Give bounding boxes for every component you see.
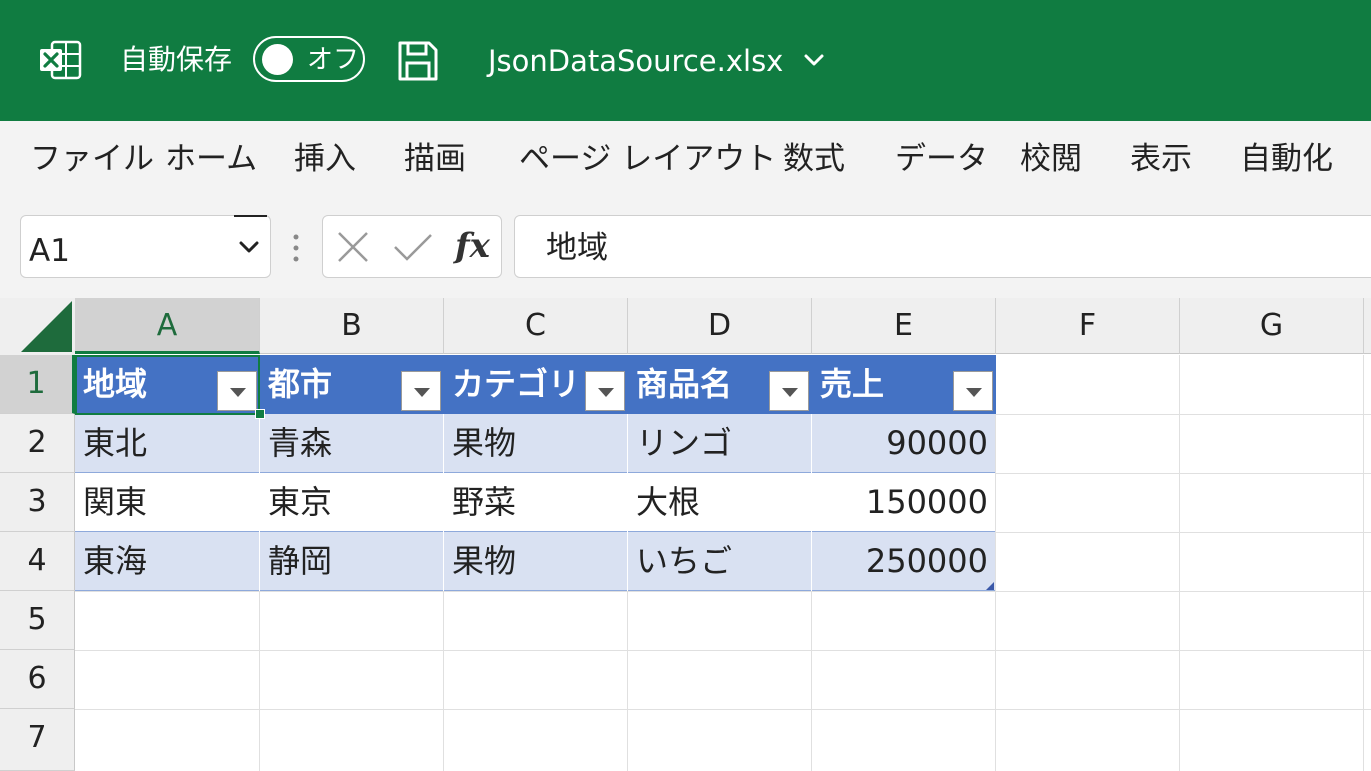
filter-dropdown-button[interactable]: [401, 371, 441, 411]
excel-icon[interactable]: [38, 40, 82, 80]
filter-dropdown-button[interactable]: [585, 371, 625, 411]
autosave-label: 自動保存: [120, 43, 233, 76]
tab-review[interactable]: 校閲: [1020, 139, 1082, 179]
formula-actions: fx: [322, 215, 502, 278]
table-cell[interactable]: 150000: [812, 473, 996, 531]
gridline: [75, 650, 1371, 651]
insert-function-button[interactable]: fx: [455, 224, 490, 268]
tab-insert[interactable]: 挿入: [294, 139, 356, 179]
dropdown-arrow-icon: [966, 388, 982, 397]
row-header[interactable]: 6: [0, 650, 75, 709]
toggle-knob: [262, 44, 293, 75]
name-box-edge: [234, 215, 267, 217]
active-cell-border: [75, 355, 260, 415]
column-header[interactable]: G: [1180, 298, 1364, 354]
dropdown-arrow-icon: [414, 388, 430, 397]
formula-value: 地域: [546, 230, 608, 266]
row-header[interactable]: 4: [0, 532, 75, 591]
column-header[interactable]: F: [996, 298, 1180, 354]
column-header[interactable]: D: [628, 298, 812, 354]
table-cell[interactable]: 大根: [628, 473, 812, 531]
gridline: [75, 709, 1371, 710]
column-header[interactable]: E: [812, 298, 996, 354]
table-cell[interactable]: 野菜: [444, 473, 628, 531]
column-header[interactable]: B: [260, 298, 444, 354]
tab-data[interactable]: データ: [895, 139, 988, 179]
dropdown-arrow-icon: [598, 388, 614, 397]
table-cell[interactable]: 関東: [75, 473, 260, 531]
column-header[interactable]: C: [444, 298, 628, 354]
chevron-down-icon[interactable]: [238, 238, 260, 256]
name-box[interactable]: A1: [20, 215, 271, 278]
tab-formulas[interactable]: 数式: [783, 139, 845, 179]
table-cell[interactable]: 東京: [260, 473, 444, 531]
select-all-corner[interactable]: [0, 298, 75, 355]
tab-draw[interactable]: 描画: [404, 139, 466, 179]
filter-dropdown-button[interactable]: [769, 371, 809, 411]
tab-automate[interactable]: 自動化: [1240, 139, 1333, 179]
more-options-icon[interactable]: [292, 233, 300, 263]
autosave-toggle[interactable]: オフ: [253, 36, 365, 82]
column-header[interactable]: [1364, 298, 1371, 354]
table-cell[interactable]: 静岡: [260, 532, 444, 590]
ribbon-tabs: ファイル ホーム 挿入 描画 ページ レイアウト 数式 データ 校閲 表示 自動…: [0, 121, 1371, 195]
row-header[interactable]: 1: [0, 355, 75, 414]
row-header[interactable]: 3: [0, 473, 75, 532]
tab-file[interactable]: ファイル: [30, 139, 154, 179]
chevron-down-icon[interactable]: [802, 50, 826, 70]
column-header[interactable]: A: [75, 298, 260, 354]
formula-input[interactable]: 地域: [514, 215, 1371, 278]
table-cell[interactable]: 東北: [75, 414, 260, 472]
gridline: [75, 591, 1371, 592]
tab-home[interactable]: ホーム: [165, 139, 257, 179]
name-box-value: A1: [29, 233, 70, 269]
close-icon[interactable]: [337, 231, 369, 263]
filter-dropdown-button[interactable]: [953, 371, 993, 411]
row-header[interactable]: 5: [0, 591, 75, 650]
table-cell[interactable]: 250000: [812, 532, 996, 590]
row-header[interactable]: 7: [0, 709, 75, 771]
table-cell[interactable]: 青森: [260, 414, 444, 472]
autosave-state: オフ: [307, 45, 360, 75]
dropdown-arrow-icon: [782, 388, 798, 397]
tab-page-layout[interactable]: ページ レイアウト: [519, 139, 776, 179]
table-cell[interactable]: 90000: [812, 414, 996, 472]
file-name[interactable]: JsonDataSource.xlsx: [488, 42, 783, 80]
title-bar: 自動保存 オフ JsonDataSource.xlsx: [0, 0, 1371, 121]
table-cell[interactable]: リンゴ: [628, 414, 812, 472]
tab-view[interactable]: 表示: [1130, 139, 1192, 179]
table-cell[interactable]: 果物: [444, 414, 628, 472]
row-header[interactable]: 2: [0, 414, 75, 473]
save-icon[interactable]: [397, 40, 439, 82]
fill-handle[interactable]: [255, 409, 265, 419]
table-resize-handle[interactable]: [986, 582, 994, 590]
table-cell[interactable]: 東海: [75, 532, 260, 590]
table-cell[interactable]: 果物: [444, 532, 628, 590]
checkmark-icon[interactable]: [393, 231, 433, 263]
table-cell[interactable]: いちご: [628, 532, 812, 590]
